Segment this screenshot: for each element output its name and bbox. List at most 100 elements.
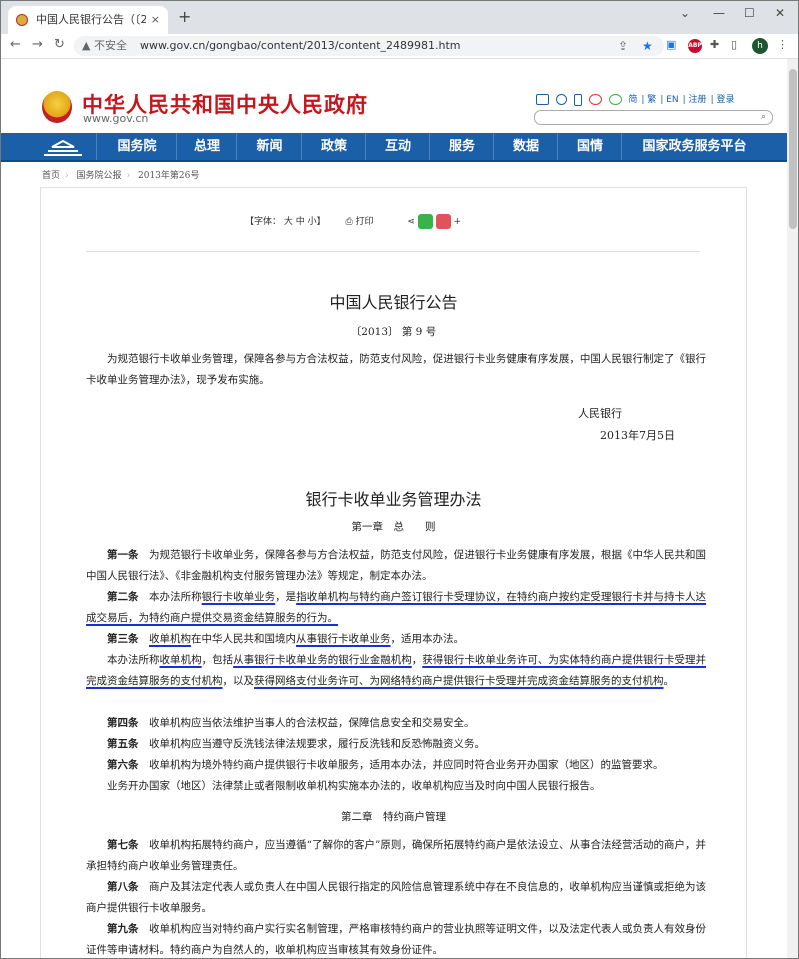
art3p-highlight-b: 收单机构 [159, 654, 202, 666]
wechat-icon[interactable] [608, 94, 622, 105]
font-large-button[interactable]: 大 [284, 217, 293, 227]
article-2-label: 第二条 [107, 591, 139, 603]
article-3-highlight-a: 收单机构 [149, 633, 191, 645]
address-toolbar: ← → ↻ ▲ 不安全 www.gov.cn/gongbao/content/2… [0, 34, 799, 59]
reload-icon[interactable]: ↻ [54, 37, 65, 52]
nav-zongli[interactable]: 总理 [176, 133, 237, 160]
browser-tab-strip: 中国人民银行公告（〔2013〕第 × + ⌄ — ☐ ✕ [0, 0, 799, 34]
link-english[interactable]: EN [666, 95, 678, 105]
omnibox[interactable]: ▲ 不安全 www.gov.cn/gongbao/content/2013/co… [74, 36, 664, 56]
article-3-para-2: 本办法所称收单机构，包括从事银行卡收单业务的银行业金融机构，获得银行卡收单业务许… [86, 650, 706, 692]
crumb-issue[interactable]: 2013年第26号 [138, 171, 199, 181]
mail-icon[interactable] [536, 94, 549, 105]
more-share-button[interactable]: + [453, 217, 461, 227]
article-1: 第一条 为规范银行卡收单业务，保障各参与方合法权益，防范支付风险，促进银行卡业务… [86, 545, 706, 587]
sidepanel-icon[interactable]: ▯ [731, 38, 737, 51]
art3p-highlight-d: 从事银行卡收单业务的银行业金融机构 [233, 654, 412, 666]
profile-avatar[interactable]: h [752, 38, 768, 54]
bookmark-star-icon[interactable]: ★ [642, 36, 653, 56]
article-6: 第六条 收单机构为境外特约商户提供银行卡收单服务，适用本办法，并应同时符合业务开… [86, 755, 706, 776]
nav-zhengce[interactable]: 政策 [301, 133, 366, 160]
link-traditional[interactable]: 繁 [647, 95, 656, 105]
browser-menu-icon[interactable]: ⋮ [777, 38, 788, 51]
wechat-share-icon[interactable] [417, 214, 433, 229]
nav-xinwen[interactable]: 新闻 [236, 133, 302, 160]
link-register[interactable]: 注册 [689, 95, 707, 105]
minimize-icon[interactable]: — [713, 6, 725, 20]
notice-intro: 为规范银行卡收单业务管理，保障各参与方合法权益，防范支付风险，促进银行卡业务健康… [86, 353, 706, 386]
issuer: 人民银行 [578, 407, 622, 420]
article-7-label: 第七条 [107, 839, 139, 851]
tab-search-icon[interactable]: ⌄ [680, 6, 690, 20]
link-simplified[interactable]: 简 [628, 95, 637, 105]
article-3: 第三条 收单机构在中华人民共和国境内从事银行卡收单业务，适用本办法。 [86, 629, 706, 650]
article-4-label: 第四条 [107, 717, 139, 729]
nav-shuju[interactable]: 数据 [493, 133, 558, 160]
art3p-text-i: 。 [663, 675, 675, 687]
article-5-label: 第五条 [107, 738, 139, 750]
article-2: 第二条 本办法所称银行卡收单业务，是指收单机构与特约商户签订银行卡受理协议，在特… [86, 587, 706, 629]
article-8: 第八条 商户及其法定代表人或负责人在中国人民银行指定的风险信息管理系统中存在不良… [86, 877, 706, 919]
article-3-text-b: 在中华人民共和国境内 [191, 633, 296, 645]
tab-title: 中国人民银行公告（〔2013〕第 [36, 13, 146, 26]
article-3-text-d: ，适用本办法。 [390, 633, 465, 645]
page-viewport: 中华人民共和国中央人民政府 www.gov.cn 简 | 繁 | EN | 注册 | 登… [0, 59, 787, 959]
forward-icon[interactable]: → [32, 37, 43, 52]
share-nodes-icon[interactable]: ⋖ [407, 217, 415, 227]
article-3-highlight-c: 从事银行卡收单业务 [296, 633, 391, 645]
page-scrollbar[interactable] [787, 59, 799, 959]
font-medium-button[interactable]: 中 [296, 217, 305, 227]
tiananmen-logo-icon[interactable] [40, 137, 86, 157]
search-icon[interactable]: ⌕ [761, 111, 766, 123]
close-window-icon[interactable]: ✕ [775, 6, 785, 20]
notice-title: 中国人民银行公告 [329, 293, 458, 312]
translate-extension-icon[interactable]: ▣ [666, 38, 676, 51]
article-toolbar: 【字体： 大 中 小】 ⎙ 打印 ⋖ + [245, 214, 461, 229]
article-9-label: 第九条 [107, 923, 139, 935]
art3p-text-g: ，以及 [222, 675, 255, 687]
chat-icon[interactable] [555, 94, 567, 105]
regulation-title: 银行卡收单业务管理办法 [305, 490, 482, 509]
header-links: 简 | 繁 | EN | 注册 | 登录 [536, 92, 738, 106]
art3p-text-a: 本办法所称 [107, 654, 160, 666]
scrollbar-thumb[interactable] [789, 69, 797, 229]
tab-close-icon[interactable]: × [151, 6, 160, 34]
share-icon[interactable]: ⇪ [618, 36, 628, 56]
crumb-home[interactable]: 首页 [42, 171, 60, 181]
mobile-icon[interactable] [573, 93, 582, 106]
article-1-text: 为规范银行卡收单业务，保障各参与方合法权益，防范支付风险，促进银行卡业务健康有序… [86, 549, 707, 582]
extensions-puzzle-icon[interactable]: ✚ [710, 38, 719, 51]
article-7: 第七条 收单机构拓展特约商户，应当遵循“了解你的客户”原则，确保所拓展特约商户是… [86, 835, 706, 877]
crumb-gazette[interactable]: 国务院公报 [77, 171, 122, 181]
article-2-text-c: ，是 [275, 591, 297, 603]
article-4-text: 收单机构应当依法维护当事人的合法权益，保障信息安全和交易安全。 [149, 717, 475, 729]
chapter-1-heading: 第一章 总 则 [351, 521, 436, 533]
article-3-label: 第三条 [107, 633, 139, 645]
article-2-text-a: 本办法所称 [149, 591, 202, 603]
art3p-text-c: ，包括 [201, 654, 234, 666]
print-button[interactable]: 打印 [356, 217, 374, 227]
site-search-input[interactable]: ⌕ [534, 110, 773, 125]
nav-zhengwu-platform[interactable]: 国家政务服务平台 [621, 133, 767, 160]
link-login[interactable]: 登录 [716, 95, 734, 105]
nav-hudong[interactable]: 互动 [365, 133, 430, 160]
breadcrumb: 首页 › 国务院公报 › 2013年第26号 [42, 171, 200, 181]
weibo-icon[interactable] [588, 94, 602, 105]
article-2-highlight-term: 银行卡收单业务 [201, 591, 276, 603]
site-domain: www.gov.cn [83, 112, 149, 125]
printer-icon[interactable]: ⎙ [345, 217, 352, 227]
browser-tab[interactable]: 中国人民银行公告（〔2013〕第 × [8, 6, 168, 34]
new-tab-button[interactable]: + [178, 8, 191, 26]
art3p-highlight-h: 获得网络支付业务许可、为网络特约商户提供银行卡受理并完成资金结算服务的支付机构 [254, 675, 664, 687]
weibo-share-icon[interactable] [435, 214, 451, 229]
url-text[interactable]: www.gov.cn/gongbao/content/2013/content_… [140, 36, 461, 56]
not-secure-indicator[interactable]: ▲ 不安全 [82, 36, 127, 56]
nav-guoqing[interactable]: 国情 [557, 133, 622, 160]
maximize-icon[interactable]: ☐ [744, 6, 755, 20]
nav-fuwu[interactable]: 服务 [429, 133, 494, 160]
adblock-extension-icon[interactable]: ABP [688, 39, 702, 53]
font-small-button[interactable]: 小】 [308, 217, 326, 227]
nav-guowuyuan[interactable]: 国务院 [96, 133, 177, 160]
back-icon[interactable]: ← [10, 37, 21, 52]
article-6-text: 收单机构为境外特约商户提供银行卡收单服务，适用本办法，并应同时符合业务开办国家（… [149, 759, 664, 771]
